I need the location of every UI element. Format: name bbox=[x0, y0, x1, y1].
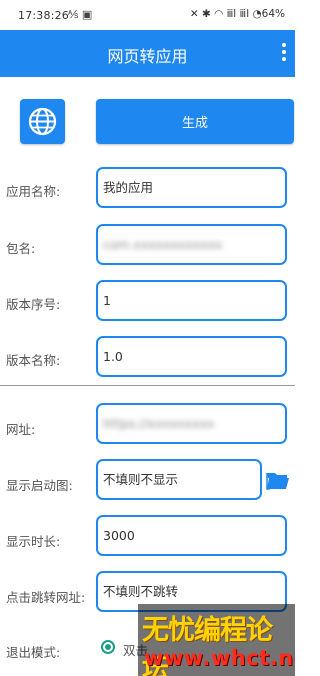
app-bar: 网页转应用 bbox=[0, 30, 295, 77]
click-url-label: 点击跳转网址: bbox=[6, 590, 86, 605]
watermark-logo: 无忧编程论坛 www.whct.net bbox=[138, 604, 295, 676]
exit-mode-radio[interactable] bbox=[101, 640, 115, 654]
app-title: 网页转应用 bbox=[107, 47, 188, 66]
notification-icons: ⅍ ▣ bbox=[68, 8, 93, 21]
app-name-label: 应用名称: bbox=[6, 184, 61, 199]
status-bar: 17:38:26 ⅍ ▣ ✕ ✱ ◠ ⅲl ⅲl ◔64% bbox=[0, 0, 295, 30]
globe-icon bbox=[28, 107, 57, 136]
package-label: 包名: bbox=[6, 241, 36, 256]
splash-image-label: 显示启动图: bbox=[6, 478, 73, 493]
splash-image-field[interactable]: 不填则不显示 bbox=[96, 459, 262, 500]
package-value: com.xxxxxxxxxxxx bbox=[103, 237, 223, 252]
folder-icon[interactable] bbox=[266, 470, 290, 490]
status-indicators: ✕ ✱ ◠ ⅲl ⅲl ◔64% bbox=[190, 8, 285, 20]
exit-mode-label: 退出模式: bbox=[6, 645, 61, 660]
globe-icon-button[interactable] bbox=[20, 99, 65, 144]
url-field[interactable]: https://xxxxxxxxx bbox=[96, 403, 287, 444]
splash-duration-field[interactable]: 3000 bbox=[96, 515, 287, 556]
version-code-label: 版本序号: bbox=[6, 297, 61, 312]
generate-button[interactable]: 生成 bbox=[96, 99, 294, 144]
version-name-field[interactable]: 1.0 bbox=[96, 336, 287, 377]
battery-level: 64% bbox=[261, 8, 285, 20]
version-name-label: 版本名称: bbox=[6, 353, 61, 368]
version-code-field[interactable]: 1 bbox=[96, 280, 287, 321]
signal-icons: ✕ ✱ ◠ ⅲl ⅲl ◔ bbox=[189, 8, 262, 20]
more-vert-icon[interactable] bbox=[281, 41, 287, 63]
status-time: 17:38:26 bbox=[18, 9, 70, 22]
package-field[interactable]: com.xxxxxxxxxxxx bbox=[96, 224, 287, 265]
splash-duration-label: 显示时长: bbox=[6, 534, 61, 549]
url-value: https://xxxxxxxxx bbox=[103, 416, 215, 431]
app-name-field[interactable]: 我的应用 bbox=[96, 167, 287, 208]
watermark-url: www.whct.net bbox=[144, 646, 295, 670]
section-divider bbox=[0, 385, 295, 386]
url-label: 网址: bbox=[6, 422, 36, 437]
